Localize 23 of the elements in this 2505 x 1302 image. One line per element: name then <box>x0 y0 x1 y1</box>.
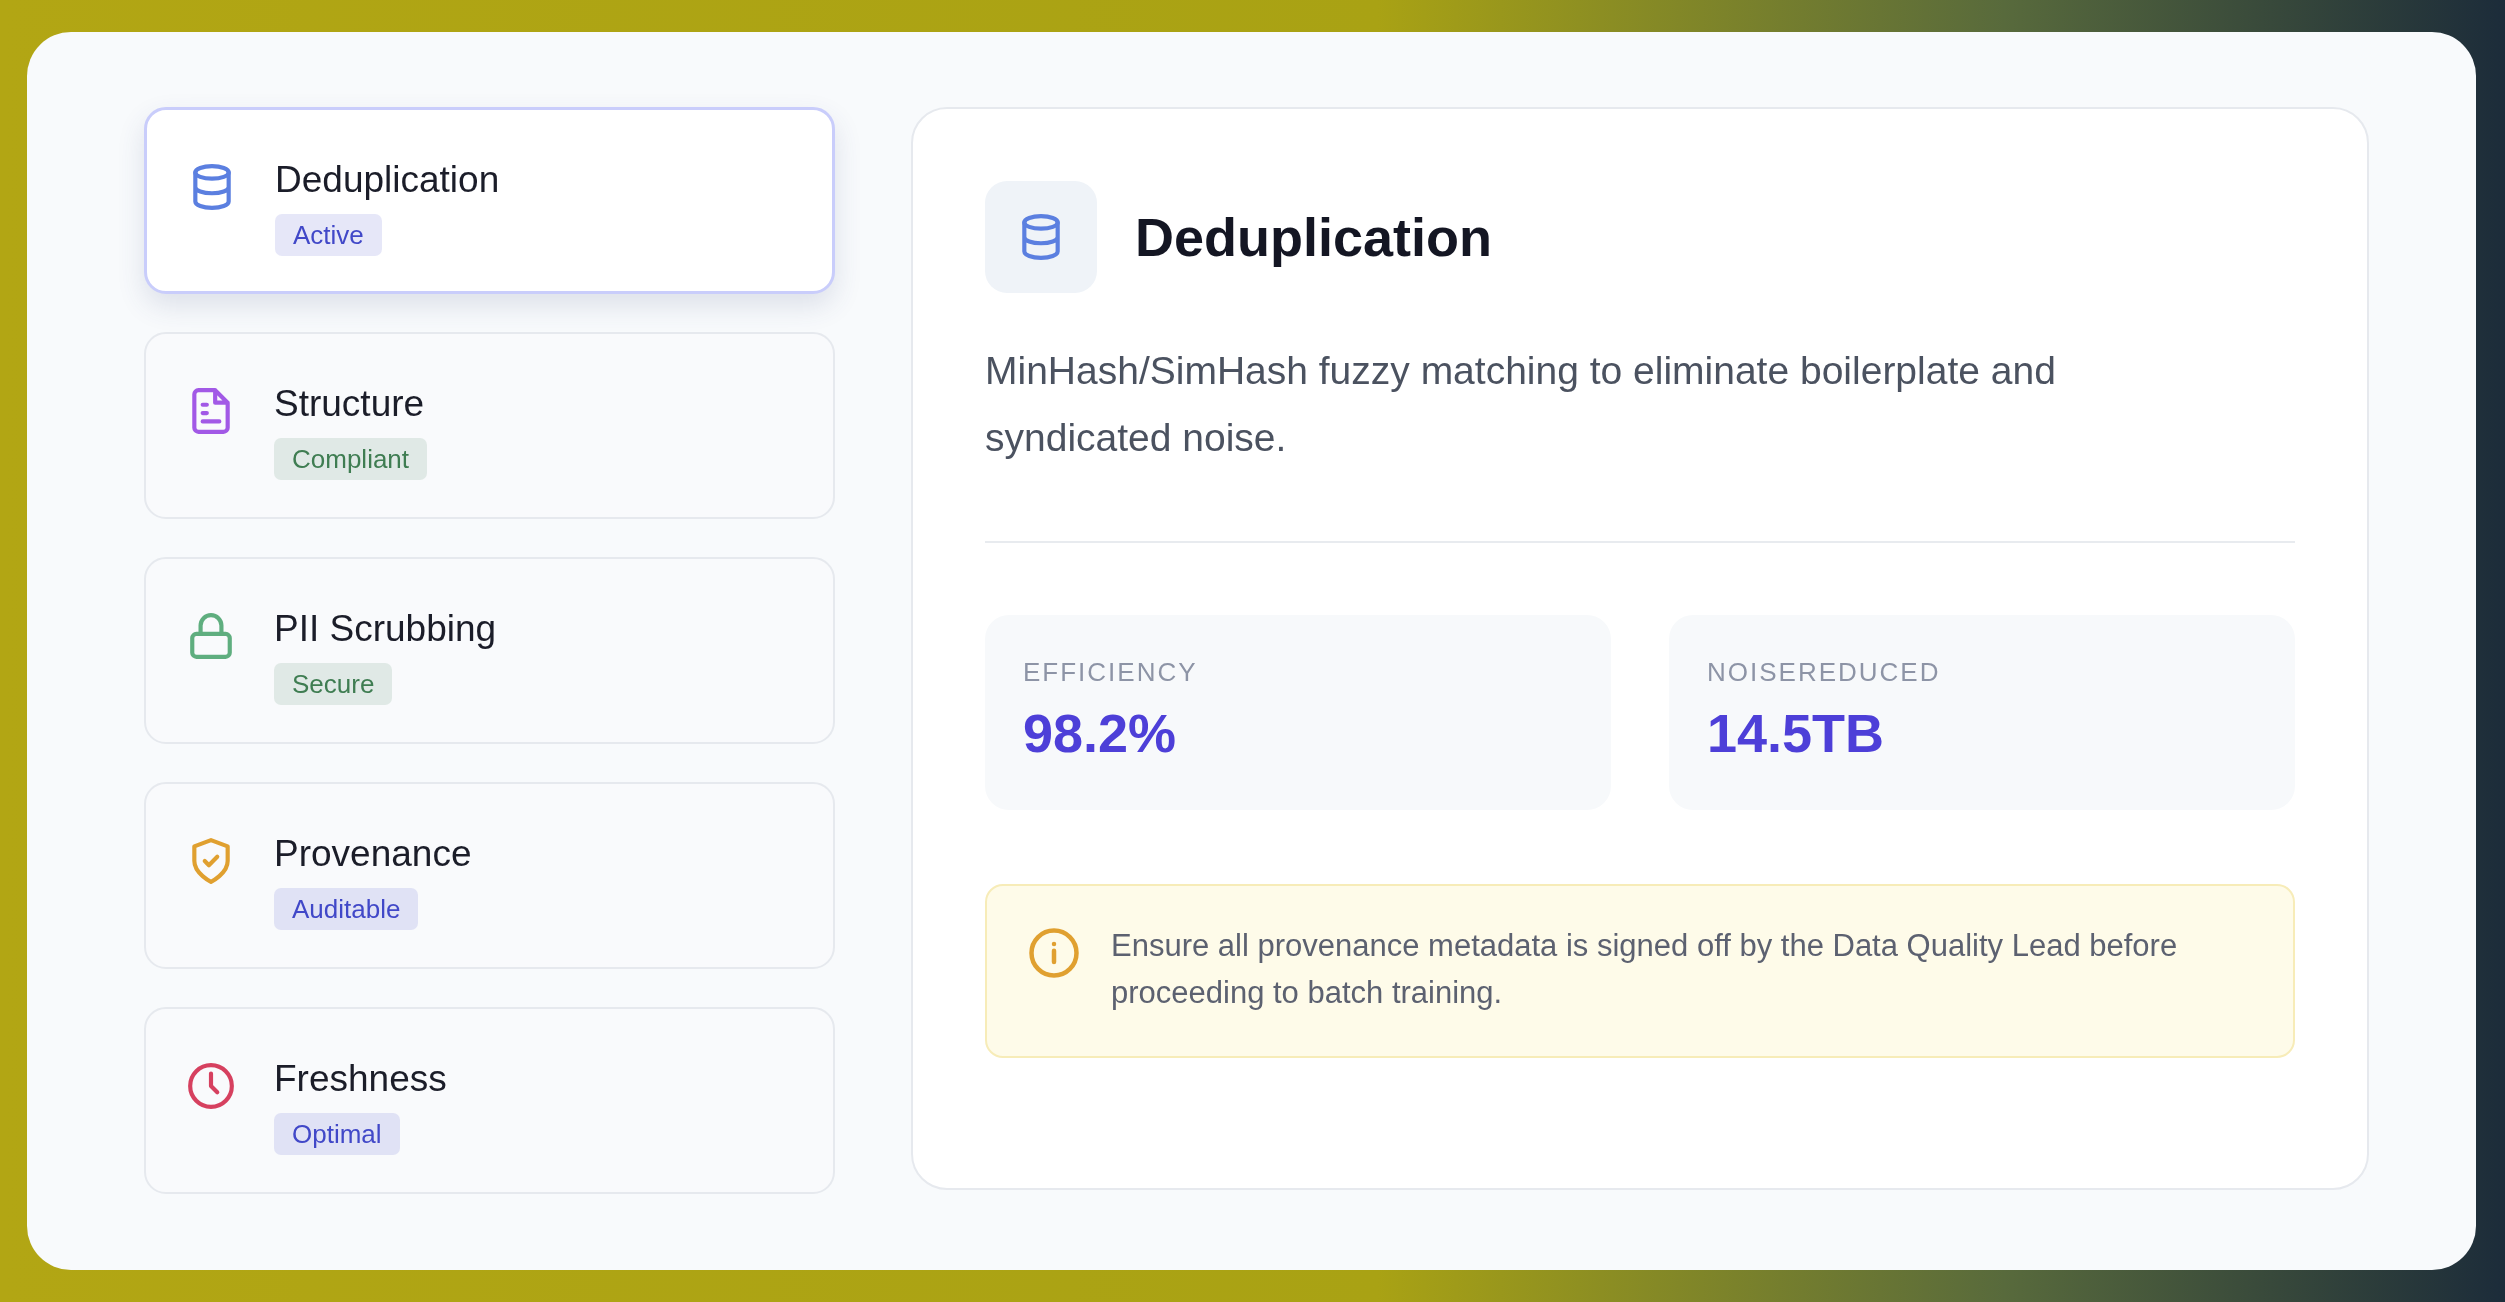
status-badge: Secure <box>274 663 393 705</box>
category-card[interactable]: Structure Compliant <box>144 332 835 519</box>
card-title: Provenance <box>274 832 472 876</box>
stat-label: EFFICIENCY <box>1023 657 1199 688</box>
stat-label: NOISEREDUCED <box>1707 657 1942 688</box>
card-title: Deduplication <box>275 158 500 202</box>
category-card[interactable]: Deduplication Active <box>144 107 835 294</box>
description: MinHash/SimHash fuzzy matching to eliminate boilerplate and syndicated noise. <box>985 348 2057 461</box>
status-badge: Compliant <box>274 438 428 480</box>
card-title: Structure <box>274 382 425 426</box>
category-card[interactable]: PII Scrubbing Secure <box>144 557 835 744</box>
card-title: PII Scrubbing <box>274 607 497 651</box>
stat-value: 98.2% <box>1023 702 1178 764</box>
info-icon <box>1027 926 1081 980</box>
notice-text: Ensure all provenance metadata is signed off by the Data Quality Lead before proceeding to batch training. <box>1111 927 2179 1012</box>
status-badge: Auditable <box>274 888 419 930</box>
stat-value: 14.5TB <box>1707 702 1886 764</box>
detail-title: Deduplication <box>1135 206 1492 268</box>
status-badge: Optimal <box>274 1113 400 1155</box>
category-card[interactable]: Provenance Auditable <box>144 782 835 969</box>
status-badge: Active <box>275 214 382 256</box>
category-card[interactable]: Freshness Optimal <box>144 1007 835 1194</box>
card-title: Freshness <box>274 1057 447 1101</box>
